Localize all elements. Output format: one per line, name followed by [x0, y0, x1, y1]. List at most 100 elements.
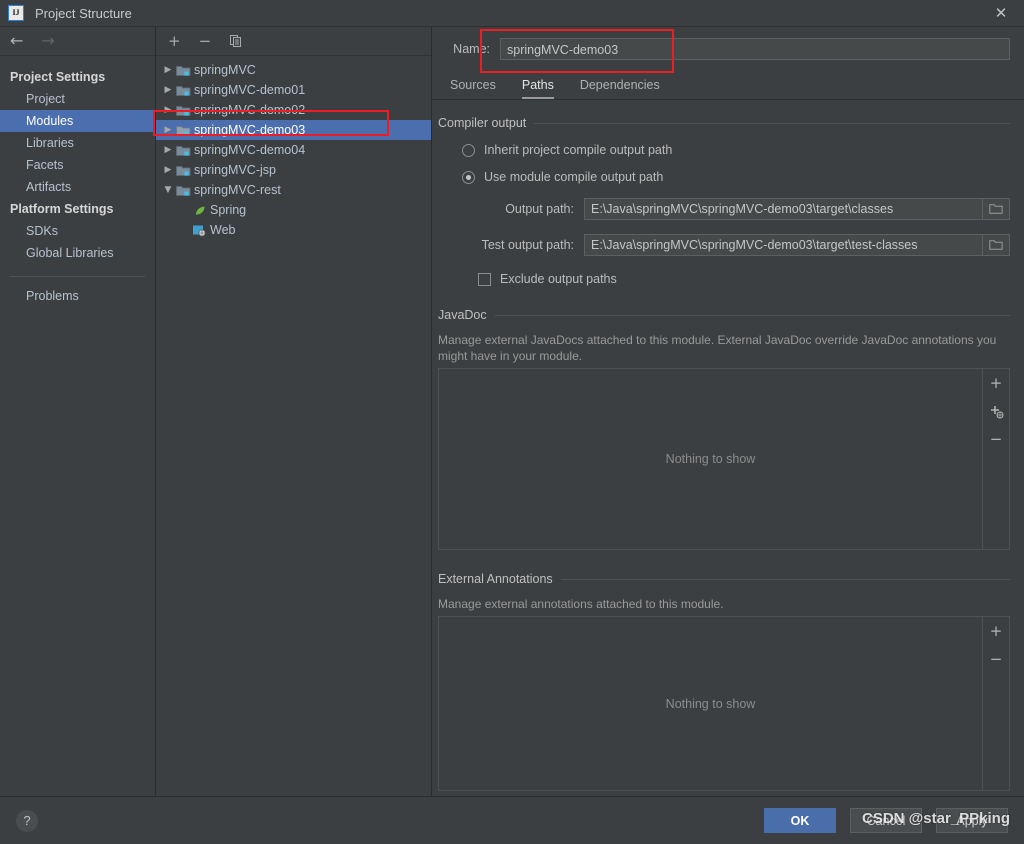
paths-tab-content: Compiler output Inherit project compile … — [432, 100, 1024, 796]
use-module-output-radio-row[interactable]: Use module compile output path — [438, 170, 1010, 184]
module-name-label: Name: — [453, 42, 490, 56]
modules-toolbar: + − — [156, 27, 431, 56]
sidebar-group-project-settings: Project Settings — [10, 70, 106, 84]
copy-module-icon[interactable] — [229, 34, 243, 48]
module-name-row: Name: springMVC-demo03 — [432, 27, 1024, 71]
tab-dependencies[interactable]: Dependencies — [580, 78, 660, 99]
apply-button[interactable]: Apply — [936, 808, 1008, 833]
tree-row-label: springMVC-demo01 — [194, 83, 306, 97]
sidebar-item-modules[interactable]: Modules — [0, 110, 155, 132]
modules-tree-panel: + − ▶ springMVC ▶ springMVC-demo01 ▶ spr… — [156, 27, 432, 796]
tree-row[interactable]: ▶ springMVC-demo01 — [156, 80, 431, 100]
add-module-icon[interactable]: + — [168, 33, 181, 49]
sidebar-item-libraries[interactable]: Libraries — [0, 132, 155, 154]
ok-button[interactable]: OK — [764, 808, 836, 833]
cancel-button[interactable]: Cancel — [850, 808, 922, 833]
forward-arrow-icon[interactable]: → — [41, 33, 54, 49]
chevron-right-icon[interactable]: ▶ — [160, 145, 176, 155]
external-annotations-title: External Annotations — [438, 572, 553, 586]
module-folder-icon — [176, 164, 194, 177]
tree-row[interactable]: ▼ springMVC-rest — [156, 180, 431, 200]
tree-row-label: springMVC-demo02 — [194, 103, 306, 117]
folder-browse-icon[interactable] — [982, 235, 1009, 255]
use-module-output-radio[interactable] — [462, 170, 475, 184]
compiler-output-section-header: Compiler output — [438, 116, 1010, 130]
modules-tree-list: ▶ springMVC ▶ springMVC-demo01 ▶ springM… — [156, 56, 431, 240]
tree-row[interactable]: ▶ springMVC-demo02 — [156, 100, 431, 120]
tab-sources[interactable]: Sources — [450, 78, 496, 99]
web-facet-icon — [192, 224, 210, 237]
remove-module-icon[interactable]: − — [199, 33, 212, 49]
tree-row-label: springMVC — [194, 63, 256, 77]
tree-row[interactable]: ▶ springMVC-jsp — [156, 160, 431, 180]
test-output-path-row: Test output path: E:\Java\springMVC\spri… — [438, 234, 1010, 256]
module-folder-icon — [176, 64, 194, 77]
chevron-down-icon[interactable]: ▼ — [160, 185, 176, 195]
tree-row-facet-spring[interactable]: Spring — [156, 200, 431, 220]
chevron-right-icon[interactable]: ▶ — [160, 165, 176, 175]
external-annotations-section-header: External Annotations — [438, 572, 1010, 586]
add-javadoc-path-button[interactable]: + — [990, 375, 1003, 391]
tree-row-selected-springmvc-demo03[interactable]: ▶ springMVC-demo03 — [156, 120, 431, 140]
tree-row-facet-web[interactable]: Web — [156, 220, 431, 240]
output-path-value: E:\Java\springMVC\springMVC-demo03\targe… — [591, 202, 894, 216]
back-arrow-icon[interactable]: ← — [10, 33, 23, 49]
section-divider — [560, 578, 1010, 580]
chevron-right-icon[interactable]: ▶ — [160, 105, 176, 115]
module-name-input[interactable]: springMVC-demo03 — [500, 38, 1010, 60]
dialog-footer: ? OK Cancel Apply — [0, 796, 1024, 844]
test-output-path-value: E:\Java\springMVC\springMVC-demo03\targe… — [591, 238, 918, 252]
exclude-output-paths-label: Exclude output paths — [500, 272, 617, 286]
remove-annotations-button[interactable]: − — [990, 651, 1003, 667]
tree-row[interactable]: ▶ springMVC-demo04 — [156, 140, 431, 160]
module-folder-icon — [176, 84, 194, 97]
help-icon[interactable]: ? — [16, 809, 38, 832]
inherit-output-radio-row[interactable]: Inherit project compile output path — [438, 143, 1010, 157]
tree-row-label: Spring — [210, 203, 247, 217]
tab-paths[interactable]: Paths — [521, 78, 554, 99]
chevron-right-icon[interactable]: ▶ — [160, 85, 176, 95]
sidebar-item-artifacts[interactable]: Artifacts — [0, 176, 155, 198]
inherit-output-label: Inherit project compile output path — [484, 143, 673, 157]
output-path-label: Output path: — [505, 202, 574, 216]
exclude-output-paths-checkbox[interactable] — [478, 272, 491, 286]
remove-javadoc-button[interactable]: − — [990, 431, 1003, 447]
compiler-output-title: Compiler output — [438, 116, 527, 130]
module-folder-icon — [176, 124, 194, 137]
javadoc-empty-text: Nothing to show — [665, 452, 756, 466]
javadoc-list-area: Nothing to show + − — [438, 368, 1010, 550]
chevron-right-icon[interactable]: ▶ — [160, 65, 176, 75]
javadoc-section-header: JavaDoc — [438, 308, 1010, 322]
chevron-right-icon[interactable]: ▶ — [160, 125, 176, 135]
sidebar-item-facets[interactable]: Facets — [0, 154, 155, 176]
sidebar-item-sdks[interactable]: SDKs — [0, 220, 155, 242]
sidebar-item-problems[interactable]: Problems — [0, 285, 155, 307]
output-path-field[interactable]: E:\Java\springMVC\springMVC-demo03\targe… — [584, 198, 1010, 220]
external-annotations-empty-text: Nothing to show — [665, 696, 756, 711]
tree-row-label: Web — [210, 223, 236, 237]
external-annotations-list-area: Nothing to show + − — [438, 616, 1010, 791]
intellij-logo-icon: IJ — [8, 5, 24, 21]
section-divider — [534, 122, 1010, 124]
test-output-path-field[interactable]: E:\Java\springMVC\springMVC-demo03\targe… — [584, 234, 1010, 256]
sidebar-item-global-libraries[interactable]: Global Libraries — [0, 242, 155, 264]
sidebar-item-project[interactable]: Project — [0, 88, 155, 110]
javadoc-title: JavaDoc — [438, 308, 487, 322]
module-folder-icon — [176, 104, 194, 117]
window-title: Project Structure — [35, 5, 132, 21]
section-divider — [494, 314, 1010, 316]
add-javadoc-url-button[interactable] — [989, 403, 1004, 419]
module-editor-panel: Name: springMVC-demo03 Sources Paths Dep… — [432, 27, 1024, 796]
folder-browse-icon[interactable] — [982, 199, 1009, 219]
inherit-output-radio[interactable] — [462, 143, 475, 157]
tree-row[interactable]: ▶ springMVC — [156, 60, 431, 80]
add-annotations-button[interactable]: + — [990, 623, 1003, 639]
close-icon[interactable]: ✕ — [978, 0, 1024, 26]
module-folder-icon — [176, 184, 194, 197]
exclude-output-paths-row[interactable]: Exclude output paths — [438, 272, 1010, 286]
external-annotations-description: Manage external annotations attached to … — [438, 597, 724, 611]
title-bar: IJ Project Structure ✕ — [0, 0, 1024, 27]
sidebar-divider — [10, 276, 145, 277]
external-annotations-list-buttons: + − — [982, 617, 1009, 790]
module-folder-icon — [176, 144, 194, 157]
